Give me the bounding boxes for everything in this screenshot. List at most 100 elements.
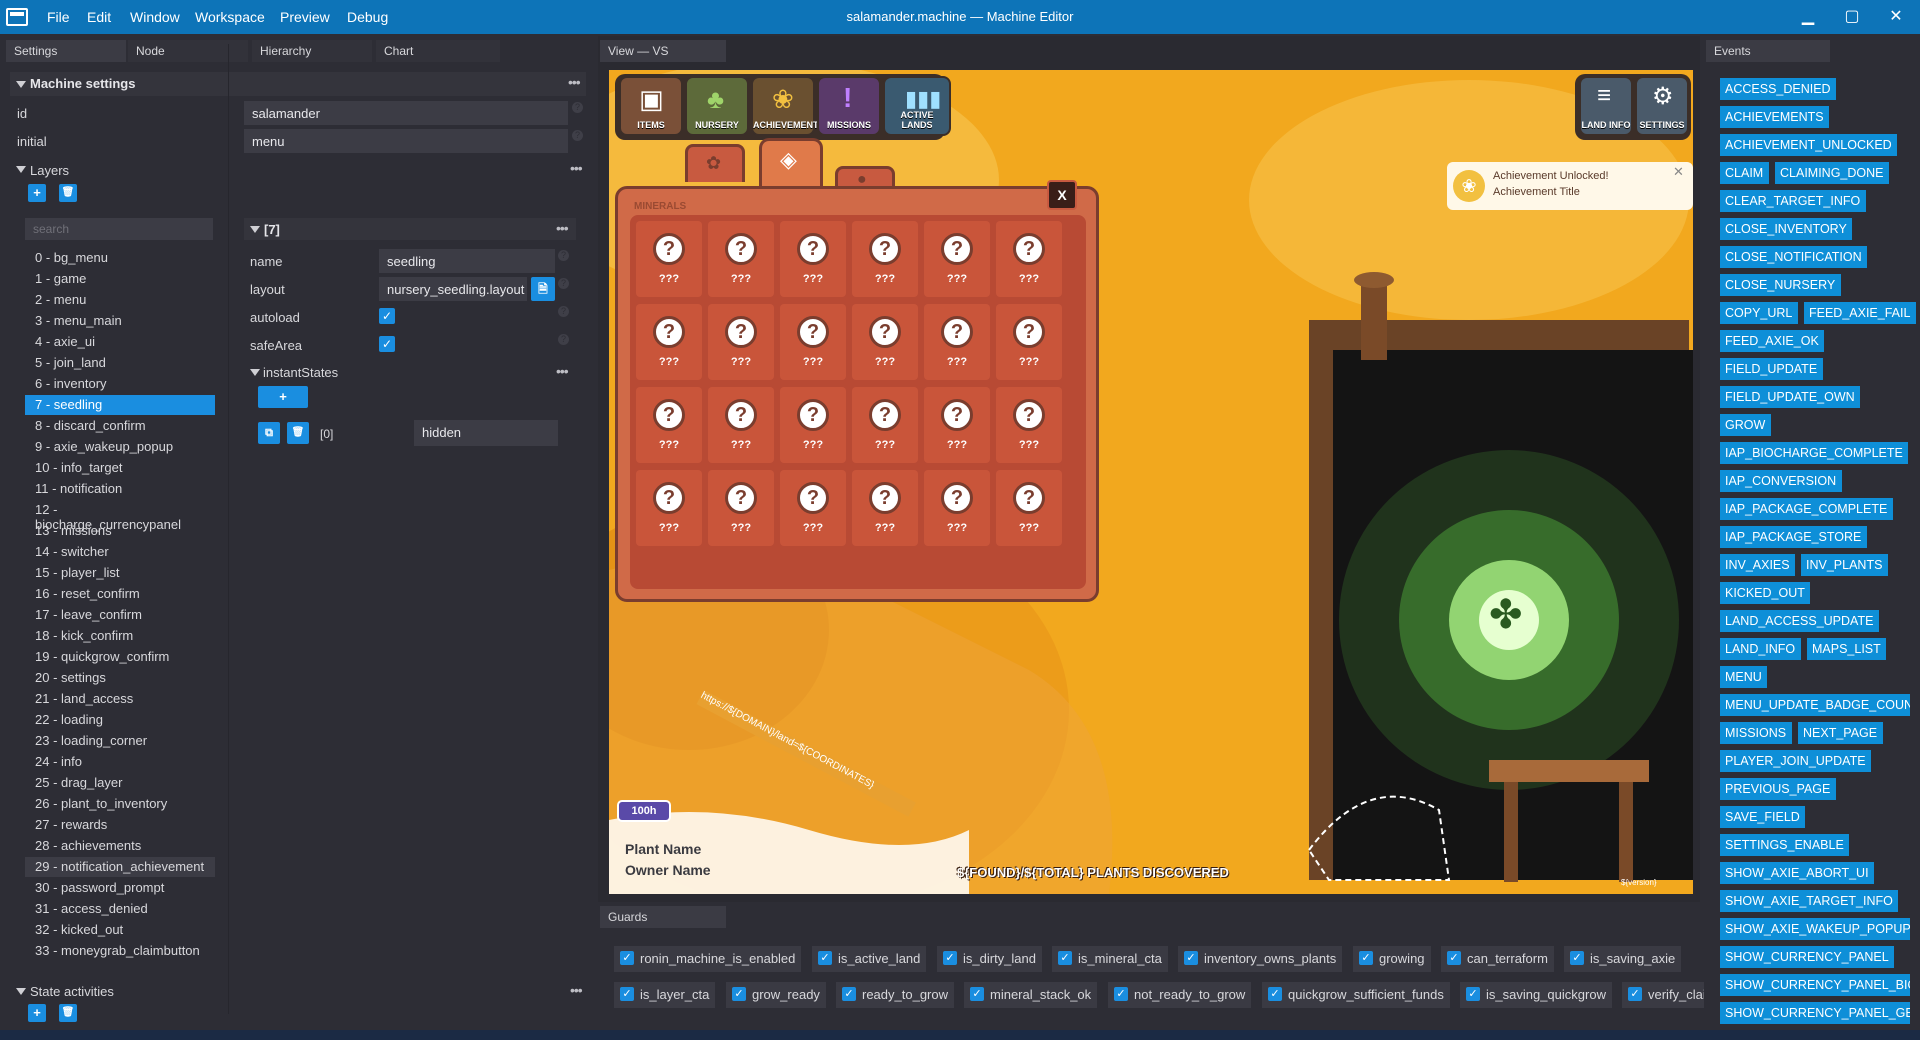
layer-item[interactable]: 13 - missions xyxy=(25,521,215,541)
event-button[interactable]: CLOSE_NURSERY xyxy=(1720,274,1841,296)
help-icon[interactable]: ? xyxy=(558,250,569,261)
mineral-cell[interactable]: ???? xyxy=(852,387,918,463)
guard-checkbox[interactable]: ✓ mineral_stack_ok xyxy=(964,982,1098,1008)
add-layer-button[interactable]: + xyxy=(28,184,46,202)
mineral-cell[interactable]: ???? xyxy=(708,470,774,546)
more-icon[interactable]: ••• xyxy=(556,220,569,236)
mineral-cell[interactable]: ???? xyxy=(852,221,918,297)
safearea-checkbox[interactable]: ✓ xyxy=(379,336,395,352)
delete-state-button[interactable]: 🗑 xyxy=(287,422,309,444)
hud-items-button[interactable]: ▣ ITEMS xyxy=(619,76,683,136)
event-button[interactable]: MISSIONS xyxy=(1720,722,1792,744)
event-button[interactable]: FEED_AXIE_FAIL xyxy=(1804,302,1916,324)
close-icon[interactable]: ✕ xyxy=(1884,6,1908,26)
layer-item[interactable]: 21 - land_access xyxy=(25,689,215,709)
event-button[interactable]: MAPS_LIST xyxy=(1807,638,1886,660)
layer-item[interactable]: 23 - loading_corner xyxy=(25,731,215,751)
layer-item[interactable]: 26 - plant_to_inventory xyxy=(25,794,215,814)
layer-item[interactable]: 28 - achievements xyxy=(25,836,215,856)
more-icon[interactable]: ••• xyxy=(570,982,583,998)
layer-item[interactable]: 32 - kicked_out xyxy=(25,920,215,940)
layer-item[interactable]: 29 - notification_achievement xyxy=(25,857,215,877)
event-button[interactable]: IAP_PACKAGE_COMPLETE xyxy=(1720,498,1893,520)
event-button[interactable]: SHOW_AXIE_ABORT_UI xyxy=(1720,862,1874,884)
layer-item[interactable]: 11 - notification xyxy=(25,479,215,499)
add-activity-button[interactable]: + xyxy=(28,1004,46,1022)
event-button[interactable]: INV_AXIES xyxy=(1720,554,1795,576)
event-button[interactable]: CLAIM xyxy=(1720,162,1769,184)
tab-chart[interactable]: Chart xyxy=(376,40,500,62)
mineral-cell[interactable]: ???? xyxy=(924,470,990,546)
more-icon[interactable]: ••• xyxy=(568,74,581,90)
event-button[interactable]: SHOW_CURRENCY_PANEL_GEN xyxy=(1720,1002,1910,1024)
mineral-cell[interactable]: ???? xyxy=(708,387,774,463)
add-state-button[interactable]: + xyxy=(258,386,308,408)
event-button[interactable]: SHOW_AXIE_TARGET_INFO xyxy=(1720,890,1898,912)
event-button[interactable]: SAVE_FIELD xyxy=(1720,806,1805,828)
event-button[interactable]: PREVIOUS_PAGE xyxy=(1720,778,1836,800)
mineral-cell[interactable]: ???? xyxy=(636,221,702,297)
event-button[interactable]: FIELD_UPDATE_OWN xyxy=(1720,386,1860,408)
event-button[interactable]: INV_PLANTS xyxy=(1801,554,1888,576)
mineral-cell[interactable]: ???? xyxy=(708,304,774,380)
event-button[interactable]: LAND_INFO xyxy=(1720,638,1801,660)
more-icon[interactable]: ••• xyxy=(556,363,569,379)
mineral-cell[interactable]: ???? xyxy=(852,304,918,380)
event-button[interactable]: SHOW_CURRENCY_PANEL xyxy=(1720,946,1894,968)
file-icon[interactable]: 🗎 xyxy=(531,277,555,301)
layer-item[interactable]: 10 - info_target xyxy=(25,458,215,478)
event-button[interactable]: GROW xyxy=(1720,414,1771,436)
event-button[interactable]: CLEAR_TARGET_INFO xyxy=(1720,190,1866,212)
tab-hierarchy[interactable]: Hierarchy xyxy=(252,40,372,62)
state-activities-header[interactable]: State activities ••• xyxy=(10,980,586,1002)
minimize-icon[interactable]: ▁ xyxy=(1796,6,1820,26)
event-button[interactable]: IAP_BIOCHARGE_COMPLETE xyxy=(1720,442,1908,464)
layer-item[interactable]: 6 - inventory xyxy=(25,374,215,394)
layer-item[interactable]: 9 - axie_wakeup_popup xyxy=(25,437,215,457)
more-icon[interactable]: ••• xyxy=(570,160,583,176)
guard-checkbox[interactable]: ✓ is_dirty_land xyxy=(937,946,1042,972)
mineral-cell[interactable]: ???? xyxy=(996,387,1062,463)
hud-nursery-button[interactable]: ♣ NURSERY xyxy=(685,76,749,136)
layer-detail-header[interactable]: [7] ••• xyxy=(244,218,576,240)
event-button[interactable]: KICKED_OUT xyxy=(1720,582,1810,604)
guard-checkbox[interactable]: ✓ ronin_machine_is_enabled xyxy=(614,946,802,972)
layer-item[interactable]: 15 - player_list xyxy=(25,563,215,583)
help-icon[interactable]: ? xyxy=(558,306,569,317)
maximize-icon[interactable]: ▢ xyxy=(1840,6,1864,26)
mineral-cell[interactable]: ???? xyxy=(996,221,1062,297)
layout-field[interactable]: nursery_seedling.layout xyxy=(379,277,527,301)
layer-item[interactable]: 22 - loading xyxy=(25,710,215,730)
tab-guards[interactable]: Guards xyxy=(600,906,726,928)
event-button[interactable]: CLAIMING_DONE xyxy=(1775,162,1889,184)
initial-field[interactable]: menu xyxy=(244,129,568,153)
tab-events[interactable]: Events xyxy=(1706,40,1830,62)
layer-item[interactable]: 14 - switcher xyxy=(25,542,215,562)
delete-layer-button[interactable]: 🗑 xyxy=(59,184,77,202)
hud-settings-button[interactable]: ⚙ SETTINGS xyxy=(1635,76,1689,136)
layer-item[interactable]: 25 - drag_layer xyxy=(25,773,215,793)
event-button[interactable]: LAND_ACCESS_UPDATE xyxy=(1720,610,1879,632)
mineral-cell[interactable]: ???? xyxy=(996,304,1062,380)
layer-item[interactable]: 4 - axie_ui xyxy=(25,332,215,352)
mineral-cell[interactable]: ???? xyxy=(636,470,702,546)
layer-item[interactable]: 33 - moneygrab_claimbutton xyxy=(25,941,215,961)
guard-checkbox[interactable]: ✓ is_mineral_cta xyxy=(1052,946,1168,972)
event-button[interactable]: PLAYER_JOIN_UPDATE xyxy=(1720,750,1871,772)
event-button[interactable]: ACCESS_DENIED xyxy=(1720,78,1836,100)
machine-settings-header[interactable]: Machine settings ••• xyxy=(10,72,586,96)
help-icon[interactable]: ? xyxy=(572,130,583,141)
event-button[interactable]: FEED_AXIE_OK xyxy=(1720,330,1824,352)
event-button[interactable]: CLOSE_NOTIFICATION xyxy=(1720,246,1867,268)
guard-checkbox[interactable]: ✓ ready_to_grow xyxy=(836,982,954,1008)
name-field[interactable]: seedling xyxy=(379,249,555,273)
mineral-cell[interactable]: ???? xyxy=(924,221,990,297)
mineral-cell[interactable]: ???? xyxy=(852,470,918,546)
guard-checkbox[interactable]: ✓ grow_ready xyxy=(726,982,826,1008)
autoload-checkbox[interactable]: ✓ xyxy=(379,308,395,324)
hud-active-lands-button[interactable]: ▮▮▮ ACTIVE LANDS xyxy=(883,76,951,136)
mineral-cell[interactable]: ???? xyxy=(780,470,846,546)
help-icon[interactable]: ? xyxy=(558,278,569,289)
hud-missions-button[interactable]: ! MISSIONS xyxy=(817,76,881,136)
event-button[interactable]: ACHIEVEMENTS xyxy=(1720,106,1829,128)
